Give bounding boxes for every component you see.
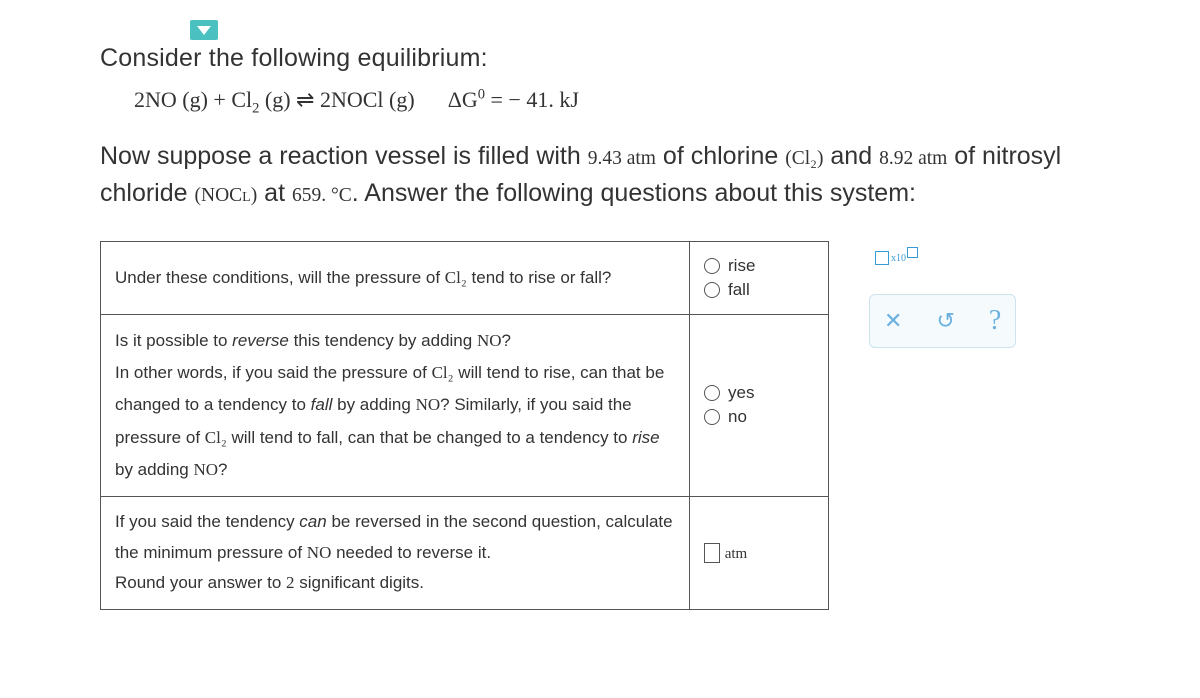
para-text-a: Now suppose a reaction vessel is filled … [100,142,588,170]
q2-chem3: NO [416,395,441,414]
delta-g-symbol: ΔG [448,87,478,112]
label-fall: fall [728,280,750,300]
nocl-label: (NOCl) [195,185,258,206]
q2-chem1: NO [477,331,502,350]
q1-answers: rise fall [690,241,829,314]
clear-button[interactable]: ✕ [884,308,902,334]
equation-line: 2NO (g) + Cl2 (g) ⇌ 2NOCl (g) ΔG0 = − 41… [134,87,1100,118]
para-text-f: . Answer the following questions about t… [352,179,916,207]
q2-l1c: ? [502,331,511,350]
q3-num: 2 [286,573,295,592]
q2-chem4: Cl₂ [205,428,227,447]
equation-rhs: (g) ⇌ 2NOCl (g) [259,87,414,112]
q2-chem2: Cl₂ [432,363,454,382]
control-panel: x10 ✕ ↺ ? [869,241,1016,348]
help-button[interactable]: ? [989,305,1001,337]
radio-yes[interactable] [704,385,720,401]
q2-l1a: Is it possible to [115,331,232,350]
q3-chem1: NO [307,543,332,562]
q2-l2c: by adding [332,395,415,414]
chevron-down-icon [197,26,211,35]
delta-g-sup: 0 [478,87,485,103]
q3-text: If you said the tendency can be reversed… [101,497,690,610]
para-text-b: of chlorine [656,142,785,170]
q3-italic1: can [299,512,326,531]
q2-italic1: reverse [232,331,289,350]
pressure-nocl-value: 8.92 atm [879,148,947,169]
q1-text: Under these conditions, will the pressur… [101,241,690,314]
q2-answers: yes no [690,314,829,496]
q2-l2g: ? [218,460,227,479]
q3-l2a: Round your answer to [115,573,286,592]
paragraph-setup: Now suppose a reaction vessel is filled … [100,138,1100,213]
q2-l1b: this tendency by adding [289,331,477,350]
pressure-input[interactable] [704,543,720,563]
radio-no[interactable] [704,409,720,425]
cl2-label: (Cl₂) [785,148,823,169]
q1-text-b: tend to rise or fall? [467,268,612,287]
x10-label: x10 [891,253,906,264]
q2-italic3: rise [632,428,659,447]
exponent-box-icon [907,247,918,258]
collapse-toggle[interactable] [190,20,218,40]
heading-equilibrium: Consider the following equilibrium: [100,44,1100,73]
pressure-cl2-value: 9.43 atm [588,148,656,169]
q3-l2b: significant digits. [295,573,424,592]
scientific-notation-button[interactable]: x10 [869,241,924,276]
question-table: Under these conditions, will the pressur… [100,241,829,610]
para-text-e: at [257,179,292,207]
button-row: ✕ ↺ ? [869,294,1016,348]
label-rise: rise [728,256,755,276]
radio-fall[interactable] [704,282,720,298]
q1-text-a: Under these conditions, will the pressur… [115,268,445,287]
q2-l2a: In other words, if you said the pressure… [115,363,432,382]
label-no: no [728,407,747,427]
q2-l2e: will tend to fall, can that be changed t… [227,428,632,447]
q3-l1c: needed to reverse it. [331,543,491,562]
q3-l1a: If you said the tendency [115,512,299,531]
equation-lhs: 2NO (g) + Cl [134,87,252,112]
reset-button[interactable]: ↺ [936,308,954,334]
q2-italic2: fall [311,395,333,414]
q2-chem5: NO [193,460,218,479]
unit-atm: atm [725,546,748,562]
para-text-c: and [823,142,879,170]
q2-text: Is it possible to reverse this tendency … [101,314,690,496]
radio-rise[interactable] [704,258,720,274]
delta-g-value: = − 41. kJ [485,87,579,112]
q3-answer: atm [690,497,829,610]
q2-l2f: by adding [115,460,193,479]
label-yes: yes [728,383,754,403]
mantissa-box-icon [875,251,889,265]
temperature-value: 659. °C [292,185,352,206]
q1-chem: Cl₂ [445,268,467,287]
